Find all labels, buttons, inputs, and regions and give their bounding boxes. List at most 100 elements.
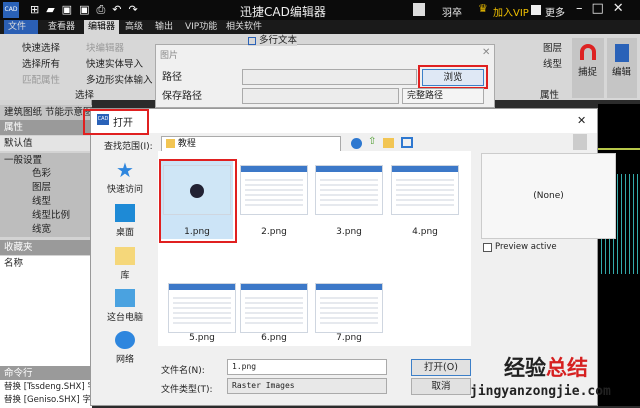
selection-highlight [159,159,237,243]
favorites-list: 名称 [0,256,92,366]
nav-this-pc[interactable]: 这台电脑 [93,289,157,323]
view-menu-icon[interactable] [401,137,413,148]
look-in-select[interactable]: 教程 [161,136,341,152]
drawing-tabs[interactable]: 建筑图纸 节能示意图 [0,105,92,120]
window-controls[interactable]: –□✕ [576,1,633,16]
prop-linetype-scale[interactable]: 线型比例 [0,208,92,223]
file-list[interactable]: 1.png 2.png 3.png 4.png 5.png 6.png 7.pn… [158,151,471,346]
linetype-button[interactable]: 线型 [543,56,562,70]
open-dialog-titlebar [91,109,597,133]
layer-button[interactable]: 图层 [543,40,562,54]
network-icon [115,331,135,349]
image-dialog-title: 图片 [160,51,179,61]
save-path-label: 保存路径 [162,91,202,102]
polygon-entity-input[interactable]: 多边形实体输入 [86,72,153,86]
cmdline-header: 命令行 [0,366,92,381]
vip-link[interactable]: 加入VIP [493,4,529,19]
more-button[interactable]: 更多 [545,4,565,19]
menu-editor[interactable]: 编辑器 [84,20,120,34]
menu-vip[interactable]: VIP功能 [181,20,221,34]
favorites-header: 收藏夹 [0,240,92,255]
menu-viewer[interactable]: 查看器 [44,20,79,34]
name-column: 名称 [4,258,24,269]
block-editor[interactable]: 块编辑器 [86,40,124,54]
edit-button[interactable]: 编辑 [607,38,637,98]
menu-advanced[interactable]: 高级 [121,20,147,34]
path-input[interactable] [242,69,417,85]
menu-output[interactable]: 输出 [151,20,177,34]
file-thumb-7[interactable] [315,283,383,333]
up-folder-icon[interactable]: ⇧ [368,136,376,147]
menu-bar: 文件 查看器 编辑器 高级 输出 VIP功能 相关软件 [0,20,640,34]
app-title: 迅捷CAD编辑器 [240,5,326,19]
close-icon[interactable]: ✕ [482,47,490,58]
file-thumb-6[interactable] [240,283,308,333]
user-name[interactable]: 羽卒 [442,4,462,19]
preview-box: (None) [481,153,616,239]
preview-toggle-icon[interactable] [573,134,587,150]
file-thumb-5[interactable] [168,283,236,333]
watermark: 经验总结 [504,356,588,380]
nav-quick-access[interactable]: ★ 快速访问 [93,160,157,195]
file-name[interactable]: 2.png [240,227,308,237]
back-icon[interactable] [351,138,362,149]
prop-layer[interactable]: 图层 [0,180,92,195]
new-folder-icon[interactable] [383,138,394,148]
avatar[interactable] [413,3,425,16]
drawing-canvas[interactable] [598,104,640,406]
left-panel: 建筑图纸 节能示意图 属性 默认值 一般设置 色彩 图层 线型 线型比例 线宽 … [0,100,92,408]
computer-icon [115,289,135,307]
title-bar: CAD ⊞▰▣▣⎙↶↷ 迅捷CAD编辑器 羽卒 ♛ 加入VIP 更多 –□✕ [0,0,640,20]
file-name[interactable]: 5.png [168,333,236,343]
toolbar-quick-icons[interactable]: ⊞▰▣▣⎙↶↷ [30,3,145,17]
look-in-label: 查找范围(I): [104,142,153,152]
open-button[interactable]: 打开(O) [411,359,471,376]
document-icon [615,44,629,62]
preview-active-label: Preview active [495,242,557,252]
filetype-label: 文件类型(T): [161,385,213,395]
default-value[interactable]: 默认值 [0,136,92,151]
multiline-text-icon [248,36,256,45]
group-props-label: 属性 [540,90,560,101]
file-name[interactable]: 6.png [240,333,308,343]
image-dialog: 图片 ✕ 路径 浏览 保存路径 完整路径 [155,44,495,108]
cancel-button[interactable]: 取消 [411,378,471,395]
select-all[interactable]: 选择所有 [22,56,60,70]
filetype-select[interactable]: Raster Images [227,378,387,394]
save-path-input[interactable] [242,88,399,104]
multiline-text[interactable]: 多行文本 [248,35,298,46]
match-props[interactable]: 匹配属性 [22,72,60,86]
nav-desktop[interactable]: 桌面 [93,204,157,238]
browse-highlight [418,65,488,89]
nav-network[interactable]: 网络 [93,331,157,365]
library-icon [115,247,135,265]
menu-related[interactable]: 相关软件 [222,20,266,34]
file-thumb-2[interactable] [240,165,308,215]
quick-select[interactable]: 快速选择 [22,40,60,54]
properties-header: 属性 [0,120,92,135]
prop-lineweight[interactable]: 线宽 [0,222,92,237]
magnet-icon [580,44,596,60]
path-mode-select[interactable]: 完整路径 [402,88,484,104]
title-highlight [83,109,149,135]
folder-icon [166,139,175,148]
file-name[interactable]: 3.png [315,227,383,237]
close-icon[interactable]: ✕ [577,114,586,127]
quick-entity-import[interactable]: 快速实体导入 [86,56,143,70]
menu-file[interactable]: 文件 [4,20,38,34]
path-label: 路径 [162,72,182,83]
prop-color[interactable]: 色彩 [0,166,92,181]
crown-icon: ♛ [478,2,488,15]
preview-active-checkbox[interactable] [483,243,492,252]
prop-linetype[interactable]: 线型 [0,194,92,209]
file-name[interactable]: 7.png [315,333,383,343]
filename-label: 文件名(N): [161,366,205,376]
filename-input[interactable]: 1.png [227,359,387,375]
desktop-icon [115,204,135,222]
file-name[interactable]: 4.png [391,227,459,237]
file-thumb-4[interactable] [391,165,459,215]
more-icon [531,5,541,15]
nav-library[interactable]: 库 [93,247,157,281]
file-thumb-3[interactable] [315,165,383,215]
snap-button[interactable]: 捕捉 [572,38,604,98]
